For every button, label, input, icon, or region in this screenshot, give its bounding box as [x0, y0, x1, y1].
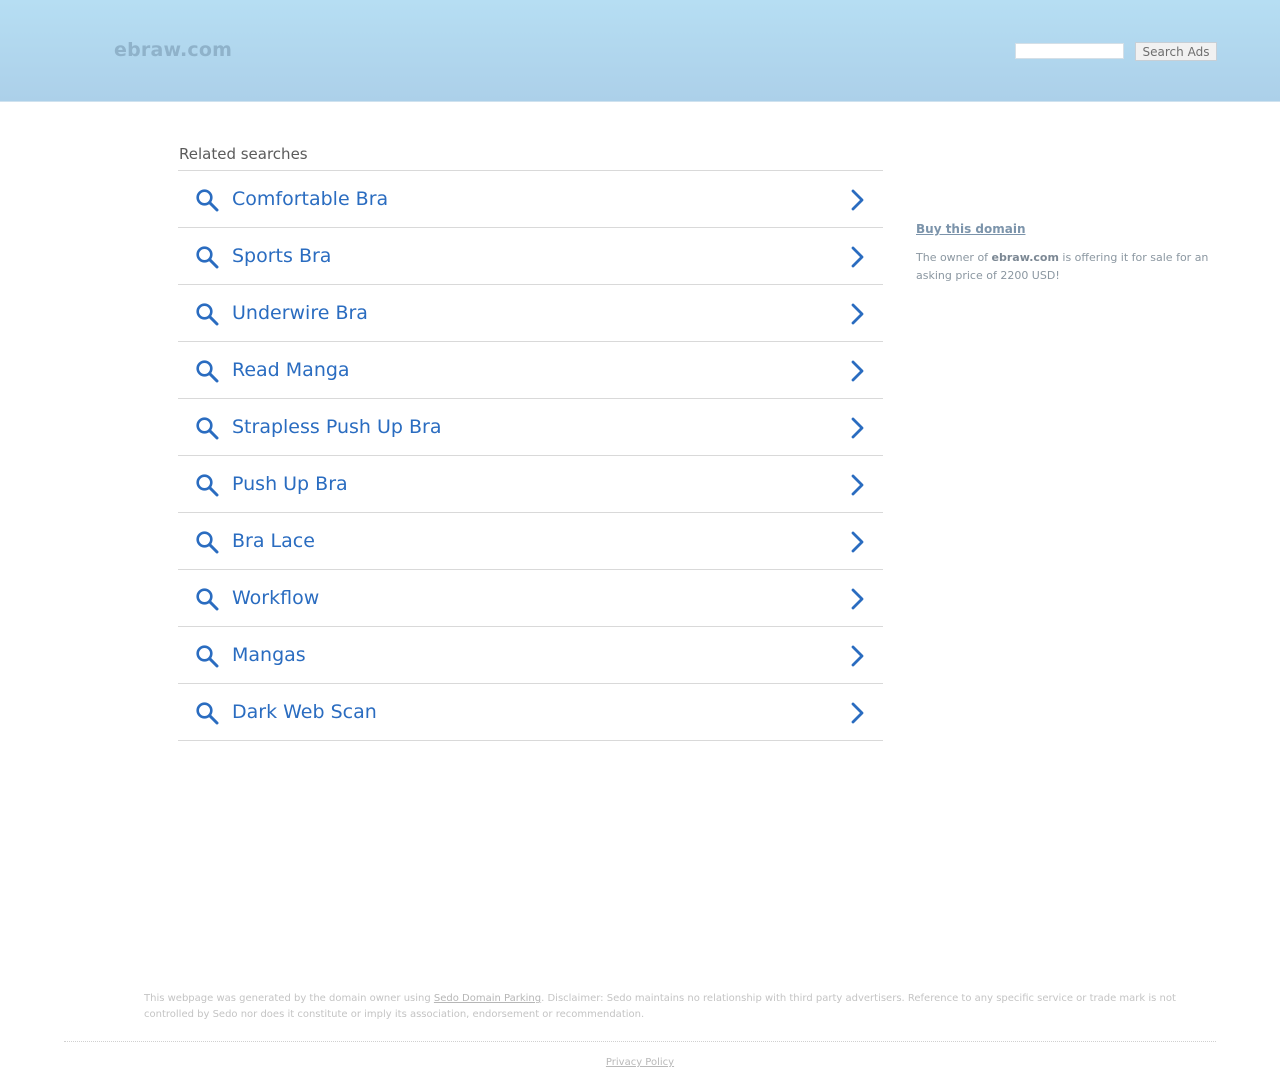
disclaimer: This webpage was generated by the domain… — [144, 991, 1184, 1023]
footer-divider — [64, 1041, 1216, 1042]
chevron-right-icon — [851, 702, 864, 724]
related-search-label: Sports Bra — [232, 245, 332, 267]
search-input[interactable] — [1015, 43, 1124, 59]
chevron-right-icon — [851, 474, 864, 496]
related-search-label: Dark Web Scan — [232, 701, 377, 723]
search-icon — [196, 702, 219, 725]
related-searches: Related searches Comfortable Bra Sports B… — [178, 145, 883, 741]
chevron-right-icon — [851, 246, 864, 268]
header-banner: ebraw.com Search Ads — [0, 0, 1280, 102]
related-search-label: Strapless Push Up Bra — [232, 416, 442, 438]
related-search-label: Underwire Bra — [232, 302, 368, 324]
related-search-label: Workflow — [232, 587, 320, 609]
chevron-right-icon — [851, 189, 864, 211]
related-searches-title: Related searches — [178, 145, 883, 171]
search-icon — [196, 360, 219, 383]
domain-sale-panel: Buy this domain The owner of ebraw.com i… — [916, 218, 1216, 285]
offer-prefix: The owner of — [916, 251, 992, 264]
search-icon — [196, 474, 219, 497]
related-search-item[interactable]: Underwire Bra — [178, 285, 883, 342]
offer-domain: ebraw.com — [991, 251, 1059, 264]
related-search-label: Comfortable Bra — [232, 188, 389, 210]
related-search-item[interactable]: Read Manga — [178, 342, 883, 399]
chevron-right-icon — [851, 303, 864, 325]
related-search-item[interactable]: Sports Bra — [178, 228, 883, 285]
related-search-item[interactable]: Workflow — [178, 570, 883, 627]
search-icon — [196, 246, 219, 269]
site-name: ebraw.com — [114, 39, 233, 61]
search-icon — [196, 417, 219, 440]
search-ads-button[interactable]: Search Ads — [1135, 42, 1217, 61]
privacy-section: Privacy Policy — [0, 1057, 1280, 1068]
related-search-item[interactable]: Strapless Push Up Bra — [178, 399, 883, 456]
related-search-label: Bra Lace — [232, 530, 315, 552]
related-search-label: Push Up Bra — [232, 473, 348, 495]
related-search-item[interactable]: Dark Web Scan — [178, 684, 883, 741]
chevron-right-icon — [851, 417, 864, 439]
chevron-right-icon — [851, 531, 864, 553]
related-search-item[interactable]: Push Up Bra — [178, 456, 883, 513]
sedo-parking-link[interactable]: Sedo Domain Parking — [434, 993, 541, 1004]
search-icon — [196, 531, 219, 554]
buy-domain-link[interactable]: Buy this domain — [916, 222, 1026, 236]
search-icon — [196, 588, 219, 611]
search-icon — [196, 303, 219, 326]
related-search-item[interactable]: Mangas — [178, 627, 883, 684]
result-list: Comfortable Bra Sports Bra Underwire Bra Re… — [178, 171, 883, 741]
related-search-label: Mangas — [232, 644, 306, 666]
chevron-right-icon — [851, 588, 864, 610]
search-icon — [196, 189, 219, 212]
sale-offer-text: The owner of ebraw.com is offering it fo… — [916, 249, 1216, 285]
chevron-right-icon — [851, 645, 864, 667]
related-search-item[interactable]: Comfortable Bra — [178, 171, 883, 228]
related-search-label: Read Manga — [232, 359, 350, 381]
disclaimer-prefix: This webpage was generated by the domain… — [144, 993, 434, 1004]
related-search-item[interactable]: Bra Lace — [178, 513, 883, 570]
privacy-policy-link[interactable]: Privacy Policy — [606, 1057, 674, 1068]
search-icon — [196, 645, 219, 668]
chevron-right-icon — [851, 360, 864, 382]
